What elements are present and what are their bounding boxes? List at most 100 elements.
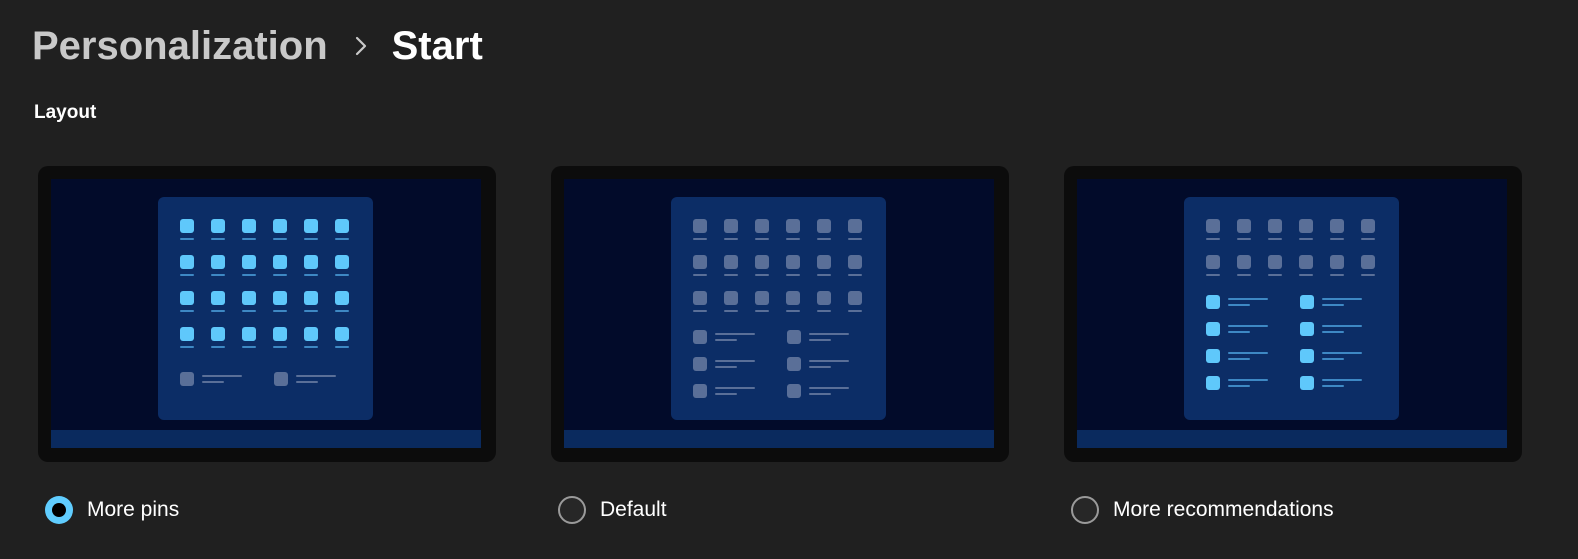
recommended-item-subtitle (202, 381, 224, 383)
recommended-item-title (715, 387, 755, 389)
pinned-app-caption (1206, 274, 1220, 276)
recommended-item-subtitle (1228, 331, 1250, 333)
pinned-app-icon (211, 219, 225, 233)
recommended-item-title (1228, 298, 1268, 300)
recommended-item-title (1322, 379, 1362, 381)
pinned-app-icon (180, 219, 194, 233)
more-recommendations-preview[interactable] (1064, 166, 1522, 462)
pinned-app-caption (273, 346, 287, 348)
pinned-app-caption (786, 238, 800, 240)
pinned-app-icon (817, 255, 831, 269)
pinned-app-caption (304, 346, 318, 348)
pinned-app-icon (693, 219, 707, 233)
pinned-app-caption (848, 274, 862, 276)
pinned-app-icon (211, 327, 225, 341)
pinned-app-caption (211, 346, 225, 348)
pinned-app-caption (242, 310, 256, 312)
pinned-app-icon (335, 327, 349, 341)
pinned-app-icon (755, 291, 769, 305)
recommended-item-title (1228, 379, 1268, 381)
recommended-item-title (1228, 325, 1268, 327)
pinned-app-caption (304, 310, 318, 312)
more-recommendations-radio-option[interactable]: More recommendations (1071, 496, 1334, 524)
more-pins-label: More pins (87, 498, 180, 521)
default-label: Default (600, 498, 667, 521)
pinned-app-icon (180, 291, 194, 305)
pinned-app-icon (304, 255, 318, 269)
recommended-item-title (202, 375, 242, 377)
pinned-app-caption (335, 346, 349, 348)
pinned-app-icon (817, 219, 831, 233)
pinned-app-caption (724, 310, 738, 312)
pinned-app-icon (304, 291, 318, 305)
recommended-item-subtitle (1322, 385, 1344, 387)
pinned-app-icon (335, 291, 349, 305)
pinned-app-icon (1268, 219, 1282, 233)
pinned-app-caption (693, 238, 707, 240)
pinned-app-caption (1299, 274, 1313, 276)
pinned-app-caption (211, 274, 225, 276)
recommended-item-title (809, 360, 849, 362)
layout-section-title: Layout (34, 102, 97, 123)
recommended-item-title (809, 387, 849, 389)
recommended-item-icon (1300, 349, 1314, 363)
pinned-app-caption (755, 310, 769, 312)
pinned-app-caption (786, 274, 800, 276)
pinned-app-caption (242, 238, 256, 240)
more-pins-preview[interactable] (38, 166, 496, 462)
pinned-app-caption (1330, 274, 1344, 276)
more-pins-radio[interactable] (45, 496, 73, 524)
more-recommendations-label: More recommendations (1113, 498, 1334, 521)
start-menu-preview (158, 197, 373, 420)
pinned-app-icon (1330, 219, 1344, 233)
pinned-app-caption (1237, 274, 1251, 276)
recommended-item-icon (693, 330, 707, 344)
pinned-app-icon (693, 255, 707, 269)
recommended-item-title (1322, 298, 1362, 300)
pinned-app-icon (242, 291, 256, 305)
pinned-app-icon (335, 255, 349, 269)
pinned-app-icon (1361, 255, 1375, 269)
pinned-app-caption (1268, 238, 1282, 240)
pinned-app-icon (848, 255, 862, 269)
more-pins-radio-option[interactable]: More pins (45, 496, 179, 524)
recommended-item-icon (787, 330, 801, 344)
pinned-app-caption (242, 346, 256, 348)
pinned-app-icon (724, 291, 738, 305)
pinned-app-caption (273, 274, 287, 276)
pinned-app-icon (242, 327, 256, 341)
pinned-app-caption (335, 274, 349, 276)
breadcrumb-personalization[interactable]: Personalization (32, 24, 328, 69)
pinned-app-caption (273, 310, 287, 312)
pinned-app-caption (724, 274, 738, 276)
pinned-app-icon (180, 327, 194, 341)
pinned-app-caption (1268, 274, 1282, 276)
pinned-app-icon (242, 255, 256, 269)
recommended-item-title (715, 360, 755, 362)
recommended-item-icon (787, 384, 801, 398)
more-recommendations-radio[interactable] (1071, 496, 1099, 524)
pinned-app-icon (273, 219, 287, 233)
pinned-app-icon (1330, 255, 1344, 269)
recommended-item-subtitle (715, 393, 737, 395)
layout-option-default: Default (551, 166, 1009, 524)
pinned-app-icon (786, 255, 800, 269)
recommended-item-icon (274, 372, 288, 386)
pinned-app-icon (1237, 219, 1251, 233)
start-menu-preview (1184, 197, 1399, 420)
default-preview[interactable] (551, 166, 1009, 462)
pinned-app-icon (693, 291, 707, 305)
pinned-app-icon (755, 255, 769, 269)
recommended-item-subtitle (1322, 358, 1344, 360)
pinned-app-caption (180, 310, 194, 312)
pinned-app-icon (1268, 255, 1282, 269)
pinned-app-caption (786, 310, 800, 312)
pinned-app-caption (755, 274, 769, 276)
recommended-item-subtitle (1322, 331, 1344, 333)
pinned-app-icon (786, 291, 800, 305)
pinned-app-icon (786, 219, 800, 233)
default-radio-option[interactable]: Default (558, 496, 667, 524)
recommended-item-subtitle (809, 339, 831, 341)
recommended-item-icon (1206, 322, 1220, 336)
default-radio[interactable] (558, 496, 586, 524)
